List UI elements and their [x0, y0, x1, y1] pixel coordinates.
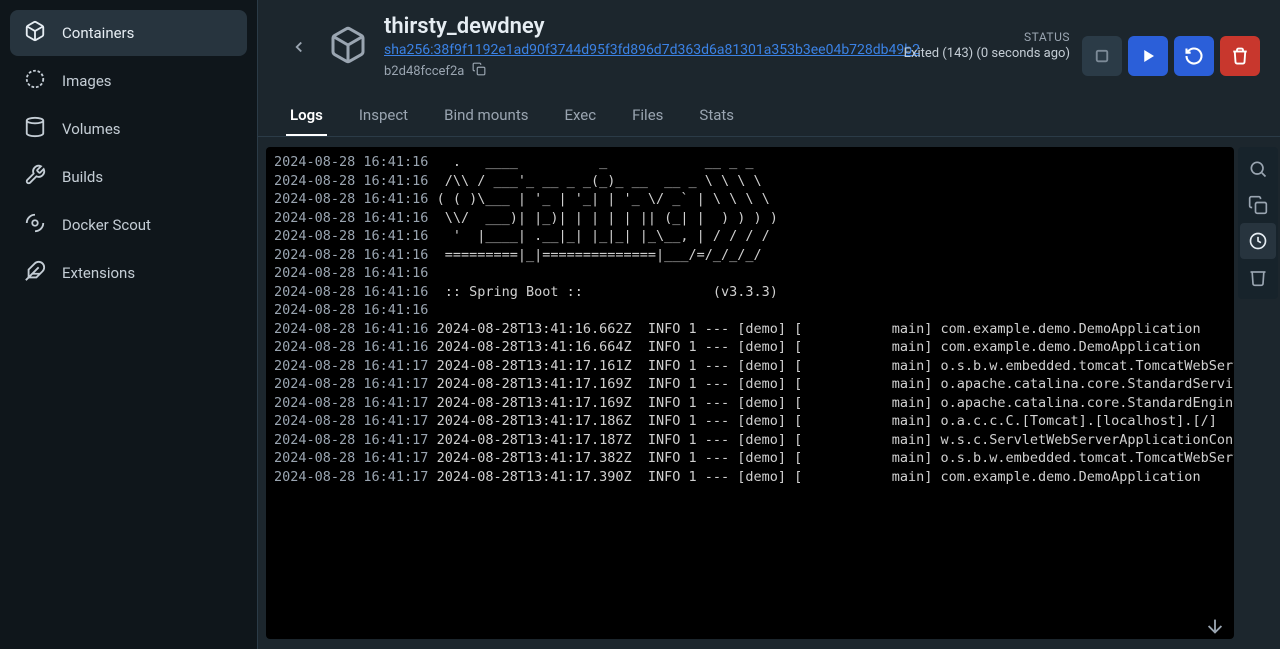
tab-bind-mounts[interactable]: Bind mounts — [440, 96, 532, 136]
sidebar-item-label: Images — [62, 72, 112, 90]
log-line: 2024-08-28 16:41:17 2024-08-28T13:41:17.… — [274, 357, 1226, 376]
extensions-icon — [24, 260, 46, 286]
log-line: 2024-08-28 16:41:16 :: Spring Boot :: (v… — [274, 283, 1226, 302]
sidebar-item-extensions[interactable]: Extensions — [10, 250, 247, 296]
sidebar: Containers Images Volumes Builds Docker … — [0, 0, 258, 649]
log-line: 2024-08-28 16:41:16 \\/ ___)| |_)| | | |… — [274, 209, 1226, 228]
timestamps-toggle-icon[interactable] — [1240, 223, 1276, 259]
start-button[interactable] — [1128, 36, 1168, 76]
log-line: 2024-08-28 16:41:16 2024-08-28T13:41:16.… — [274, 338, 1226, 357]
log-line: 2024-08-28 16:41:16 . ____ _ __ _ _ — [274, 153, 1226, 172]
log-line: 2024-08-28 16:41:16 /\\ / ___'_ __ _ _(_… — [274, 172, 1226, 191]
builds-icon — [24, 164, 46, 190]
back-button[interactable] — [286, 34, 312, 60]
sidebar-item-label: Containers — [62, 24, 134, 42]
tabs: Logs Inspect Bind mounts Exec Files Stat… — [258, 96, 1280, 137]
log-line: 2024-08-28 16:41:16 ( ( )\___ | '_ | '_|… — [274, 190, 1226, 209]
sidebar-item-label: Builds — [62, 168, 103, 186]
action-buttons — [1082, 36, 1260, 76]
search-logs-icon[interactable] — [1240, 151, 1276, 187]
status-label: STATUS — [904, 30, 1070, 44]
logs-toolbar — [1238, 147, 1278, 299]
scout-icon — [24, 212, 46, 238]
container-cube-icon — [328, 25, 368, 69]
header: thirsty_dewdney sha256:38f9f1192e1ad90f3… — [258, 0, 1280, 90]
log-line: 2024-08-28 16:41:17 2024-08-28T13:41:17.… — [274, 468, 1226, 487]
log-line: 2024-08-28 16:41:16 =========|_|========… — [274, 246, 1226, 265]
tab-exec[interactable]: Exec — [560, 96, 600, 136]
stop-button[interactable] — [1082, 36, 1122, 76]
sidebar-item-label: Extensions — [62, 264, 135, 282]
copy-id-icon[interactable] — [472, 62, 486, 80]
tab-files[interactable]: Files — [628, 96, 667, 136]
main: thirsty_dewdney sha256:38f9f1192e1ad90f3… — [258, 0, 1280, 649]
sidebar-item-label: Docker Scout — [62, 216, 151, 234]
sidebar-item-builds[interactable]: Builds — [10, 154, 247, 200]
log-line: 2024-08-28 16:41:17 2024-08-28T13:41:17.… — [274, 412, 1226, 431]
status-block: STATUS Exited (143) (0 seconds ago) — [904, 30, 1070, 61]
sidebar-item-images[interactable]: Images — [10, 58, 247, 104]
delete-button[interactable] — [1220, 36, 1260, 76]
container-id: b2d48fccef2a — [384, 64, 464, 79]
image-sha-link[interactable]: sha256:38f9f1192e1ad90f3744d95f3fd896d7d… — [384, 42, 920, 58]
tab-logs[interactable]: Logs — [286, 96, 327, 136]
tab-inspect[interactable]: Inspect — [355, 96, 412, 136]
images-icon — [24, 68, 46, 94]
log-line: 2024-08-28 16:41:17 2024-08-28T13:41:17.… — [274, 394, 1226, 413]
log-line: 2024-08-28 16:41:16 2024-08-28T13:41:16.… — [274, 320, 1226, 339]
sidebar-item-docker-scout[interactable]: Docker Scout — [10, 202, 247, 248]
log-line: 2024-08-28 16:41:16 — [274, 264, 1226, 283]
restart-button[interactable] — [1174, 36, 1214, 76]
log-line: 2024-08-28 16:41:16 ' |____| .__|_| |_|_… — [274, 227, 1226, 246]
sidebar-item-volumes[interactable]: Volumes — [10, 106, 247, 152]
container-icon — [24, 20, 46, 46]
scroll-to-bottom-icon[interactable] — [1204, 615, 1226, 641]
log-line: 2024-08-28 16:41:17 2024-08-28T13:41:17.… — [274, 375, 1226, 394]
logs-output[interactable]: 2024-08-28 16:41:16 . ____ _ __ _ _2024-… — [266, 147, 1234, 639]
sidebar-item-label: Volumes — [62, 120, 121, 138]
volumes-icon — [24, 116, 46, 142]
log-line: 2024-08-28 16:41:17 2024-08-28T13:41:17.… — [274, 431, 1226, 450]
log-line: 2024-08-28 16:41:17 2024-08-28T13:41:17.… — [274, 449, 1226, 468]
copy-logs-icon[interactable] — [1240, 187, 1276, 223]
tab-stats[interactable]: Stats — [695, 96, 738, 136]
sidebar-item-containers[interactable]: Containers — [10, 10, 247, 56]
log-line: 2024-08-28 16:41:16 — [274, 301, 1226, 320]
status-value: Exited (143) (0 seconds ago) — [904, 46, 1070, 61]
clear-logs-icon[interactable] — [1240, 259, 1276, 295]
logs-panel: 2024-08-28 16:41:16 . ____ _ __ _ _2024-… — [258, 137, 1280, 649]
